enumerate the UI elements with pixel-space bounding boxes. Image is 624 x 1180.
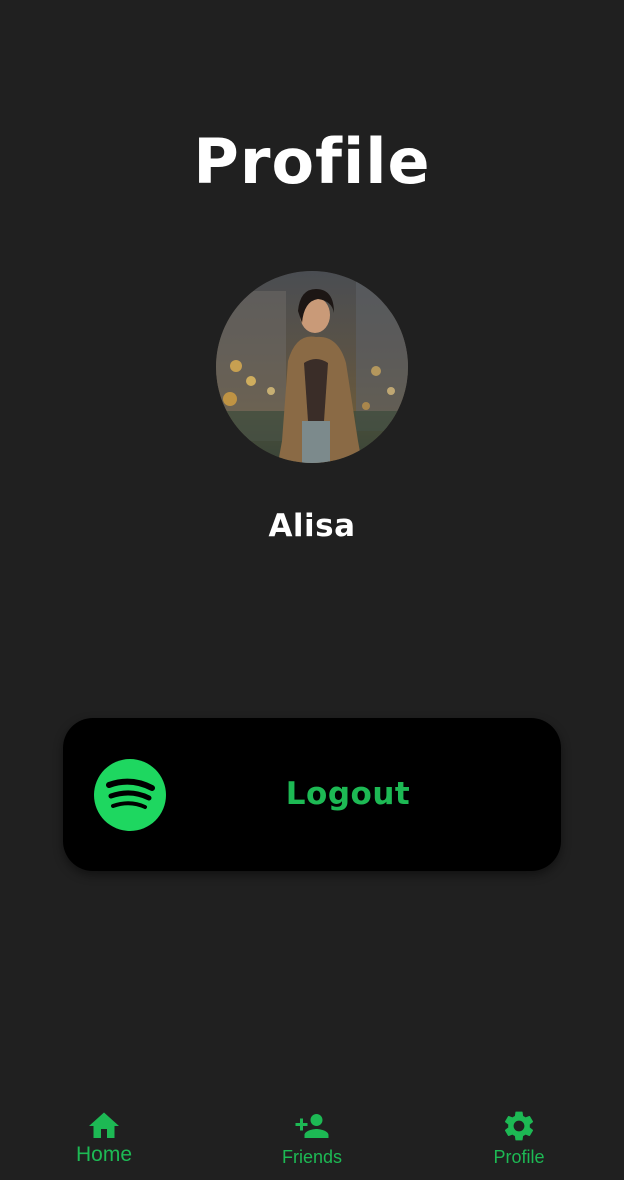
page-title: Profile	[193, 125, 431, 198]
nav-item-home[interactable]: Home	[34, 1096, 174, 1180]
profile-photo	[216, 271, 408, 463]
logout-label: Logout	[285, 776, 411, 812]
gear-icon	[504, 1111, 534, 1141]
logout-button[interactable]: Logout	[63, 718, 561, 871]
bottom-nav: Home Friends Profile	[0, 1096, 624, 1180]
nav-label-friends: Friends	[281, 1147, 343, 1167]
nav-item-profile[interactable]: Profile	[449, 1096, 589, 1180]
avatar	[216, 271, 408, 463]
user-name: Alisa	[268, 508, 356, 544]
home-icon	[89, 1112, 119, 1138]
nav-label-home: Home	[75, 1143, 133, 1166]
spotify-logo-icon	[94, 759, 166, 831]
nav-label-profile: Profile	[493, 1147, 545, 1167]
add-person-icon	[295, 1114, 329, 1138]
nav-item-friends[interactable]: Friends	[242, 1096, 382, 1180]
